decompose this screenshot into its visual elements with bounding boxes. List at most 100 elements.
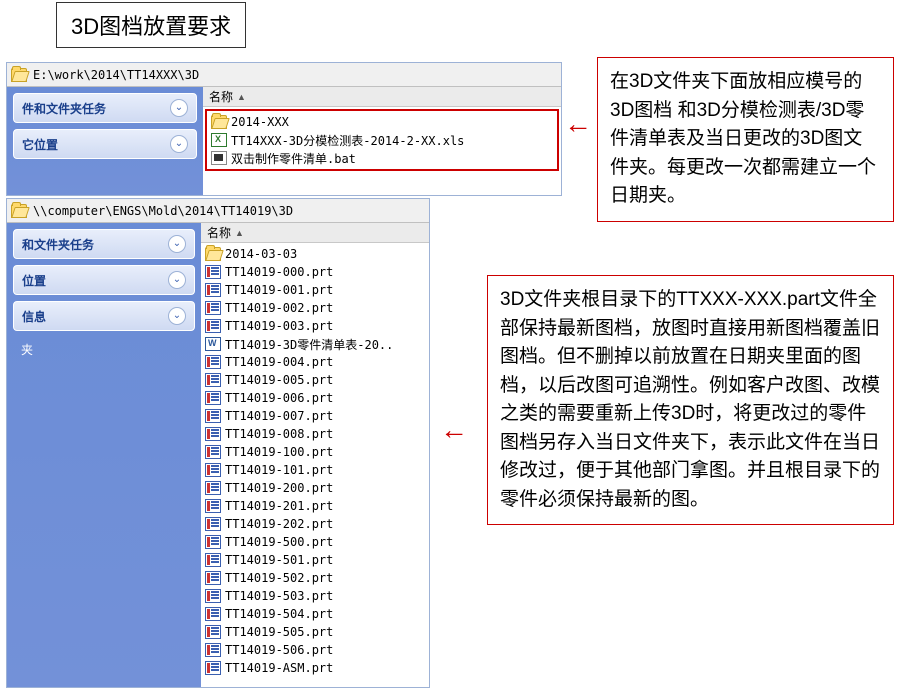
- sidebar: 和文件夹任务 ⌄ 位置 ⌄ 信息 ⌄ 夹: [7, 223, 201, 687]
- file-name: TT14019-004.prt: [225, 355, 333, 369]
- file-row[interactable]: TT14019-3D零件清单表-20..: [201, 335, 429, 353]
- file-icon: [205, 589, 221, 603]
- folder-open-icon: [11, 68, 27, 82]
- chevron-down-icon[interactable]: ⌄: [168, 235, 186, 253]
- sidebar-text: 夹: [13, 337, 195, 362]
- folder-open-icon: [11, 204, 27, 218]
- task-panel-places[interactable]: 它位置 ⌄: [13, 129, 197, 159]
- file-row[interactable]: TT14019-504.prt: [201, 605, 429, 623]
- file-icon: [205, 499, 221, 513]
- address-bar[interactable]: \\computer\ENGS\Mold\2014\TT14019\3D: [7, 199, 429, 223]
- file-icon: [205, 355, 221, 369]
- file-icon: [205, 607, 221, 621]
- file-row[interactable]: TT14019-100.prt: [201, 443, 429, 461]
- file-name: TT14019-003.prt: [225, 319, 333, 333]
- file-name: TT14019-ASM.prt: [225, 661, 333, 675]
- file-name: 双击制作零件清单.bat: [231, 150, 356, 167]
- file-row[interactable]: TT14019-004.prt: [201, 353, 429, 371]
- file-icon: [205, 409, 221, 423]
- file-row[interactable]: TT14019-008.prt: [201, 425, 429, 443]
- chevron-down-icon[interactable]: ⌄: [168, 307, 186, 325]
- file-row[interactable]: TT14019-503.prt: [201, 587, 429, 605]
- file-list-body: 2014-03-03 TT14019-000.prt TT14019-001.prt…: [201, 243, 429, 679]
- file-name: 2014-03-03: [225, 247, 297, 261]
- file-row[interactable]: TT14019-005.prt: [201, 371, 429, 389]
- file-icon: [205, 643, 221, 657]
- file-list: 名称 ▲ 2014-XXX TT14XXX-3D分模检测表-2014-2-XX.x…: [203, 87, 561, 195]
- column-label: 名称: [207, 224, 231, 241]
- explorer-window-2: \\computer\ENGS\Mold\2014\TT14019\3D 和文件…: [6, 198, 430, 688]
- explorer-window-1: E:\work\2014\TT14XXX\3D 件和文件夹任务 ⌄ 它位置 ⌄ …: [6, 62, 562, 196]
- file-row[interactable]: TT14019-500.prt: [201, 533, 429, 551]
- address-text: E:\work\2014\TT14XXX\3D: [33, 68, 199, 82]
- file-row[interactable]: TT14019-506.prt: [201, 641, 429, 659]
- task-panel-info[interactable]: 信息 ⌄: [13, 301, 195, 331]
- file-icon: [205, 463, 221, 477]
- chevron-down-icon[interactable]: ⌄: [170, 135, 188, 153]
- file-row[interactable]: TT14019-000.prt: [201, 263, 429, 281]
- file-name: TT14019-501.prt: [225, 553, 333, 567]
- file-icon: [205, 481, 221, 495]
- file-name: TT14019-500.prt: [225, 535, 333, 549]
- file-name: TT14019-006.prt: [225, 391, 333, 405]
- file-icon: [205, 391, 221, 405]
- file-row[interactable]: TT14019-006.prt: [201, 389, 429, 407]
- file-row[interactable]: 2014-XXX: [207, 113, 557, 131]
- file-row[interactable]: TT14019-505.prt: [201, 623, 429, 641]
- file-row[interactable]: TT14019-200.prt: [201, 479, 429, 497]
- file-icon: [205, 373, 221, 387]
- file-row[interactable]: TT14019-502.prt: [201, 569, 429, 587]
- file-icon: [205, 553, 221, 567]
- task-panel-places[interactable]: 位置 ⌄: [13, 265, 195, 295]
- file-row[interactable]: 双击制作零件清单.bat: [207, 149, 557, 167]
- folder-icon: [211, 115, 227, 129]
- file-name: TT14019-3D零件清单表-20..: [225, 336, 393, 353]
- file-row[interactable]: TT14XXX-3D分模检测表-2014-2-XX.xls: [207, 131, 557, 149]
- file-row[interactable]: TT14019-ASM.prt: [201, 659, 429, 677]
- file-row[interactable]: 2014-03-03: [201, 245, 429, 263]
- task-panel-files[interactable]: 件和文件夹任务 ⌄: [13, 93, 197, 123]
- arrow-left-icon: ←: [440, 414, 468, 446]
- file-name: TT14019-200.prt: [225, 481, 333, 495]
- file-icon: [205, 337, 221, 351]
- address-bar[interactable]: E:\work\2014\TT14XXX\3D: [7, 63, 561, 87]
- chevron-down-icon[interactable]: ⌄: [168, 271, 186, 289]
- task-label: 件和文件夹任务: [22, 100, 106, 117]
- arrow-left-icon: ←: [564, 108, 592, 140]
- file-row[interactable]: TT14019-501.prt: [201, 551, 429, 569]
- task-label: 位置: [22, 272, 46, 289]
- file-row[interactable]: TT14019-002.prt: [201, 299, 429, 317]
- address-text: \\computer\ENGS\Mold\2014\TT14019\3D: [33, 204, 293, 218]
- page-title: 3D图档放置要求: [56, 2, 246, 48]
- annotation-1: 在3D文件夹下面放相应模号的3D图档 和3D分模检测表/3D零件清单表及当日更改…: [597, 57, 894, 222]
- file-icon: [205, 265, 221, 279]
- file-name: TT14019-007.prt: [225, 409, 333, 423]
- file-icon: [205, 535, 221, 549]
- file-name: TT14019-201.prt: [225, 499, 333, 513]
- file-icon: [205, 301, 221, 315]
- file-name: TT14019-000.prt: [225, 265, 333, 279]
- sidebar: 件和文件夹任务 ⌄ 它位置 ⌄: [7, 87, 203, 195]
- file-row[interactable]: TT14019-007.prt: [201, 407, 429, 425]
- file-name: TT14019-100.prt: [225, 445, 333, 459]
- column-header-name[interactable]: 名称 ▲: [203, 87, 561, 107]
- file-row[interactable]: TT14019-201.prt: [201, 497, 429, 515]
- task-panel-files[interactable]: 和文件夹任务 ⌄: [13, 229, 195, 259]
- file-icon: [205, 571, 221, 585]
- file-name: 2014-XXX: [231, 115, 289, 129]
- file-row[interactable]: TT14019-202.prt: [201, 515, 429, 533]
- file-name: TT14019-002.prt: [225, 301, 333, 315]
- column-header-name[interactable]: 名称 ▲: [201, 223, 429, 243]
- task-label: 它位置: [22, 136, 58, 153]
- task-label: 和文件夹任务: [22, 236, 94, 253]
- file-row[interactable]: TT14019-101.prt: [201, 461, 429, 479]
- file-name: TT14019-101.prt: [225, 463, 333, 477]
- file-name: TT14019-001.prt: [225, 283, 333, 297]
- file-icon: [205, 517, 221, 531]
- file-list-body: 2014-XXX TT14XXX-3D分模检测表-2014-2-XX.xls双击制…: [205, 109, 559, 171]
- file-row[interactable]: TT14019-003.prt: [201, 317, 429, 335]
- chevron-down-icon[interactable]: ⌄: [170, 99, 188, 117]
- file-icon: [205, 283, 221, 297]
- file-row[interactable]: TT14019-001.prt: [201, 281, 429, 299]
- file-name: TT14019-504.prt: [225, 607, 333, 621]
